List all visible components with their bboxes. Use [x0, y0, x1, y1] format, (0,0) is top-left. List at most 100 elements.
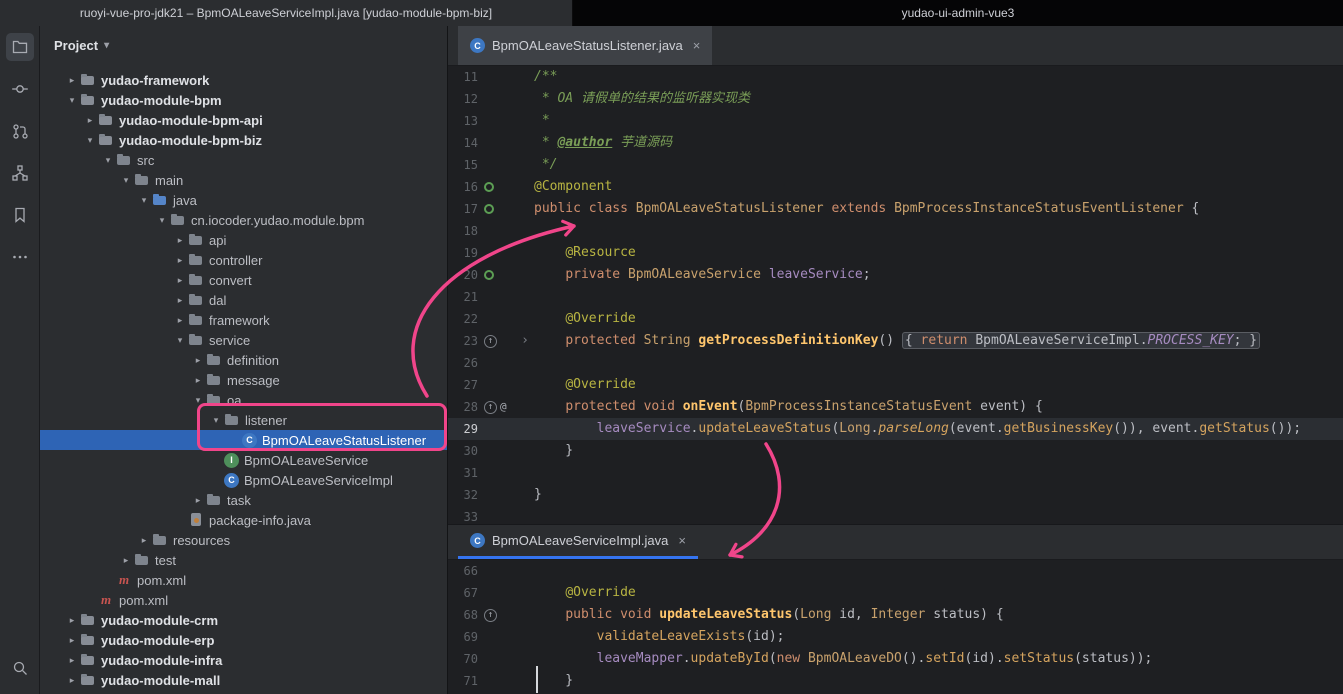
code-line-66[interactable]: 66	[448, 560, 1343, 582]
code-line-20[interactable]: 20 private BpmOALeaveService leaveServic…	[448, 264, 1343, 286]
chevron-expanded-icon[interactable]: ▾	[82, 135, 98, 146]
tree-item-yudao-module-bpm-api[interactable]: ▸yudao-module-bpm-api	[40, 110, 447, 130]
tree-item-bpmoaleavestatuslistener[interactable]: CBpmOALeaveStatusListener	[40, 430, 447, 450]
tab-bpmoaleavestatuslistener[interactable]: C BpmOALeaveStatusListener.java ×	[458, 26, 712, 65]
code-line-32[interactable]: 32}	[448, 484, 1343, 506]
chevron-collapsed-icon[interactable]: ▸	[172, 235, 188, 246]
tree-item-task[interactable]: ▸task	[40, 490, 447, 510]
search-icon[interactable]	[6, 654, 34, 682]
bean-gutter-icon[interactable]	[484, 204, 494, 214]
code-line-71[interactable]: 71 }	[448, 670, 1343, 692]
top-editor[interactable]: 11/**12 * OA 请假单的结果的监听器实现类13 *14 * @auth…	[448, 66, 1343, 524]
code-line-67[interactable]: 67 @Override	[448, 582, 1343, 604]
tree-item-api[interactable]: ▸api	[40, 230, 447, 250]
code-line-19[interactable]: 19 @Resource	[448, 242, 1343, 264]
chevron-expanded-icon[interactable]: ▾	[172, 335, 188, 346]
chevron-collapsed-icon[interactable]: ▸	[172, 275, 188, 286]
code-line-17[interactable]: 17public class BpmOALeaveStatusListener …	[448, 198, 1343, 220]
chevron-collapsed-icon[interactable]: ▸	[172, 295, 188, 306]
bean-gutter-icon[interactable]	[484, 270, 494, 280]
tree-item-pom-xml[interactable]: mpom.xml	[40, 570, 447, 590]
pull-requests-icon[interactable]	[6, 117, 34, 145]
code-line-15[interactable]: 15 */	[448, 154, 1343, 176]
code-line-26[interactable]: 26	[448, 352, 1343, 374]
code-line-69[interactable]: 69 validateLeaveExists(id);	[448, 626, 1343, 648]
code-line-12[interactable]: 12 * OA 请假单的结果的监听器实现类	[448, 88, 1343, 110]
tree-item-java[interactable]: ▾java	[40, 190, 447, 210]
code-line-28[interactable]: 28↑@ protected void onEvent(BpmProcessIn…	[448, 396, 1343, 418]
code-line-22[interactable]: 22 @Override	[448, 308, 1343, 330]
tree-item-yudao-module-mall[interactable]: ▸yudao-module-mall	[40, 670, 447, 690]
code-line-13[interactable]: 13 *	[448, 110, 1343, 132]
window-title-right[interactable]: yudao-ui-admin-vue3	[573, 0, 1343, 26]
tree-item-framework[interactable]: ▸framework	[40, 310, 447, 330]
chevron-collapsed-icon[interactable]: ▸	[136, 535, 152, 546]
window-title-left[interactable]: ruoyi-vue-pro-jdk21 – BpmOALeaveServiceI…	[0, 0, 573, 26]
chevron-collapsed-icon[interactable]: ▸	[172, 255, 188, 266]
tree-item-yudao-module-infra[interactable]: ▸yudao-module-infra	[40, 650, 447, 670]
chevron-expanded-icon[interactable]: ▾	[64, 95, 80, 106]
code-line-68[interactable]: 68↑ public void updateLeaveStatus(Long i…	[448, 604, 1343, 626]
chevron-collapsed-icon[interactable]: ▸	[64, 675, 80, 686]
tree-item-yudao-module-crm[interactable]: ▸yudao-module-crm	[40, 610, 447, 630]
override-gutter-icon[interactable]: ↑	[484, 335, 497, 348]
tree-item-yudao-framework[interactable]: ▸yudao-framework	[40, 70, 447, 90]
code-line-21[interactable]: 21	[448, 286, 1343, 308]
chevron-collapsed-icon[interactable]: ▸	[190, 495, 206, 506]
tree-item-bpmoaleaveservice[interactable]: IBpmOALeaveService	[40, 450, 447, 470]
chevron-collapsed-icon[interactable]: ▸	[118, 555, 134, 566]
tree-item-yudao-module-erp[interactable]: ▸yudao-module-erp	[40, 630, 447, 650]
tree-item-message[interactable]: ▸message	[40, 370, 447, 390]
tree-item-definition[interactable]: ▸definition	[40, 350, 447, 370]
chevron-collapsed-icon[interactable]: ▸	[64, 635, 80, 646]
at-gutter-icon[interactable]: @	[500, 396, 507, 418]
folded-code[interactable]: { return BpmOALeaveServiceImpl.PROCESS_K…	[902, 332, 1260, 349]
fold-gutter-icon[interactable]: ›	[521, 330, 529, 352]
code-line-29[interactable]: 29 leaveService.updateLeaveStatus(Long.p…	[448, 418, 1343, 440]
project-panel-header[interactable]: Project ▾	[40, 26, 447, 64]
commit-icon[interactable]	[6, 75, 34, 103]
override-gutter-icon[interactable]: ↑	[484, 401, 497, 414]
chevron-collapsed-icon[interactable]: ▸	[64, 655, 80, 666]
tree-item-bpmoaleaveserviceimpl[interactable]: CBpmOALeaveServiceImpl	[40, 470, 447, 490]
close-icon[interactable]: ×	[693, 38, 701, 53]
code-line-16[interactable]: 16@Component	[448, 176, 1343, 198]
tree-item-oa[interactable]: ▾oa	[40, 390, 447, 410]
chevron-collapsed-icon[interactable]: ▸	[82, 115, 98, 126]
tree-item-resources[interactable]: ▸resources	[40, 530, 447, 550]
override-gutter-icon[interactable]: ↑	[484, 609, 497, 622]
tree-item-src[interactable]: ▾src	[40, 150, 447, 170]
tree-item-controller[interactable]: ▸controller	[40, 250, 447, 270]
tree-item-yudao-module-bpm[interactable]: ▾yudao-module-bpm	[40, 90, 447, 110]
tree-item-test[interactable]: ▸test	[40, 550, 447, 570]
tree-item-listener[interactable]: ▾listener	[40, 410, 447, 430]
tree-item-service[interactable]: ▾service	[40, 330, 447, 350]
code-line-30[interactable]: 30 }	[448, 440, 1343, 462]
tree-item-yudao-module-bpm-biz[interactable]: ▾yudao-module-bpm-biz	[40, 130, 447, 150]
chevron-collapsed-icon[interactable]: ▸	[190, 355, 206, 366]
tree-item-cn-iocoder-yudao-module-bpm[interactable]: ▾cn.iocoder.yudao.module.bpm	[40, 210, 447, 230]
code-line-11[interactable]: 11/**	[448, 66, 1343, 88]
code-line-14[interactable]: 14 * @author 芋道源码	[448, 132, 1343, 154]
tab-bpmoaleaveserviceimpl[interactable]: C BpmOALeaveServiceImpl.java ×	[458, 525, 698, 559]
code-line-33[interactable]: 33	[448, 506, 1343, 524]
more-icon[interactable]	[6, 243, 34, 271]
bookmarks-icon[interactable]	[6, 201, 34, 229]
tree-item-dal[interactable]: ▸dal	[40, 290, 447, 310]
chevron-collapsed-icon[interactable]: ▸	[190, 375, 206, 386]
close-icon[interactable]: ×	[678, 533, 686, 548]
chevron-expanded-icon[interactable]: ▾	[136, 195, 152, 206]
chevron-expanded-icon[interactable]: ▾	[118, 175, 134, 186]
tree-item-main[interactable]: ▾main	[40, 170, 447, 190]
structure-icon[interactable]	[6, 159, 34, 187]
bean-gutter-icon[interactable]	[484, 182, 494, 192]
tree-item-pom-xml[interactable]: mpom.xml	[40, 590, 447, 610]
chevron-expanded-icon[interactable]: ▾	[208, 415, 224, 426]
code-line-31[interactable]: 31	[448, 462, 1343, 484]
chevron-expanded-icon[interactable]: ▾	[100, 155, 116, 166]
code-line-70[interactable]: 70 leaveMapper.updateById(new BpmOALeave…	[448, 648, 1343, 670]
chevron-collapsed-icon[interactable]: ▸	[64, 615, 80, 626]
chevron-expanded-icon[interactable]: ▾	[190, 395, 206, 406]
chevron-collapsed-icon[interactable]: ▸	[172, 315, 188, 326]
tree-item-convert[interactable]: ▸convert	[40, 270, 447, 290]
